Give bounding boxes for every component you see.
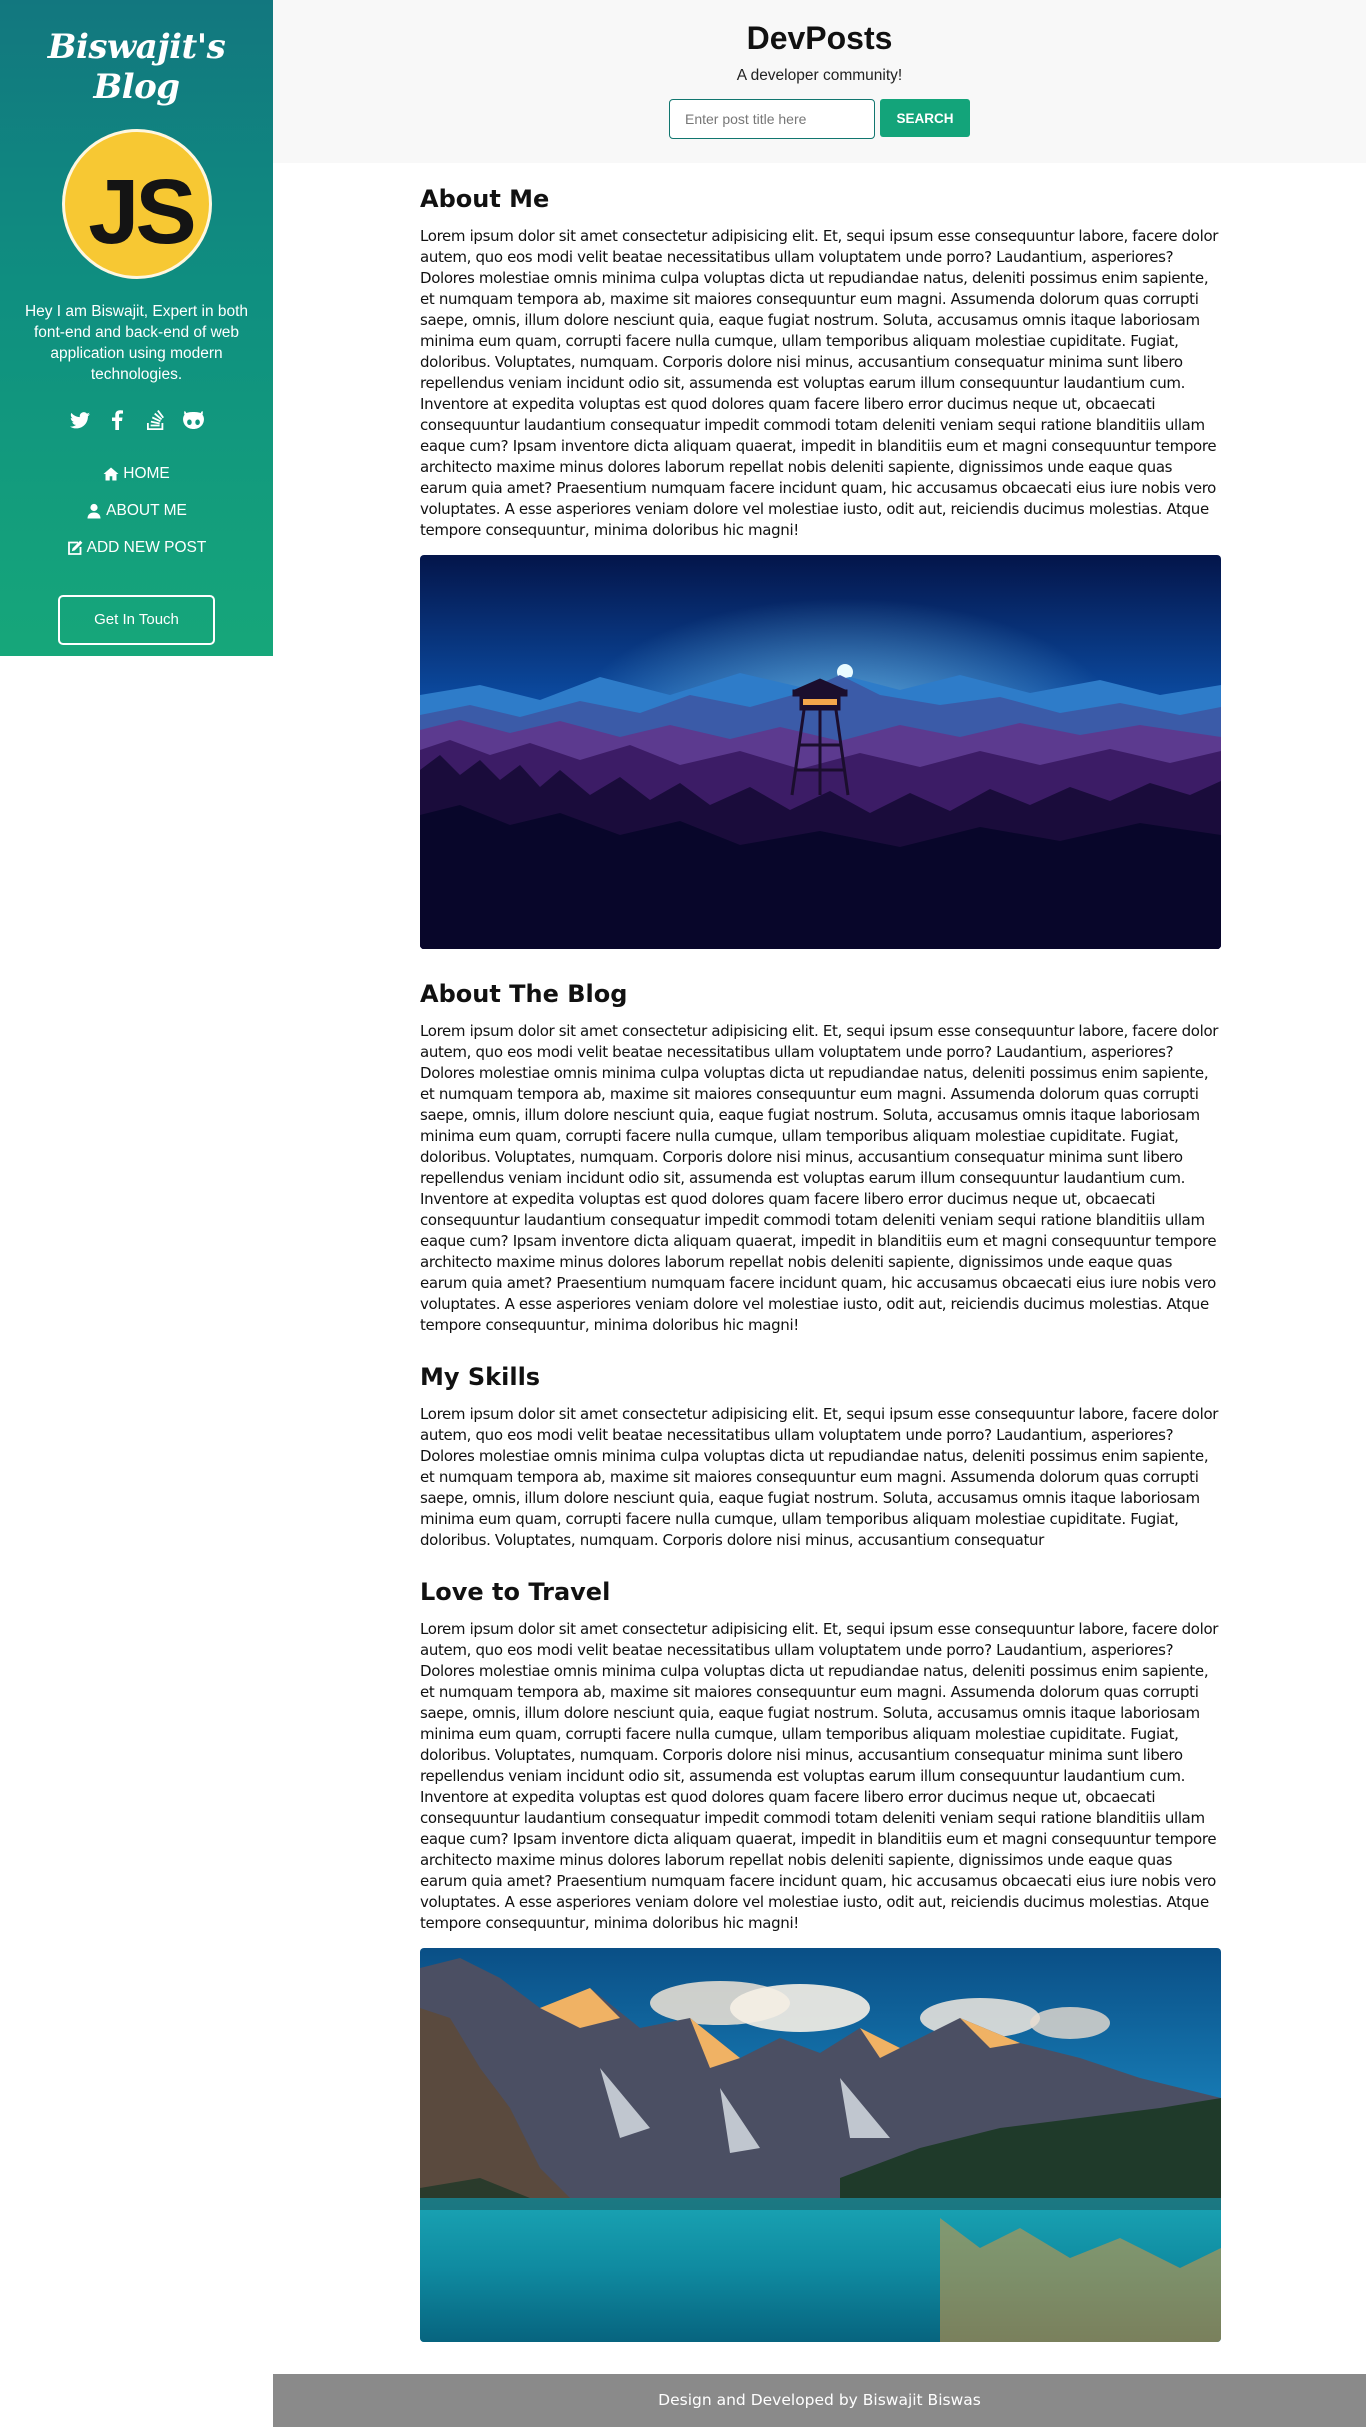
main-content: About Me Lorem ipsum dolor sit amet cons… bbox=[420, 180, 1221, 2342]
nav-about-me[interactable]: ABOUT ME bbox=[0, 492, 273, 529]
section-love-to-travel: Love to Travel Lorem ipsum dolor sit ame… bbox=[420, 1573, 1221, 1934]
section-heading: About Me bbox=[420, 185, 550, 213]
facebook-icon[interactable] bbox=[107, 409, 129, 431]
home-icon bbox=[103, 467, 119, 480]
social-links bbox=[0, 409, 273, 431]
nav-home-label: HOME bbox=[123, 464, 170, 482]
section-text: Lorem ipsum dolor sit amet consectetur a… bbox=[420, 1620, 1219, 1932]
section-heading: About The Blog bbox=[420, 980, 628, 1008]
search-bar: SEARCH bbox=[273, 99, 1366, 139]
nav-home[interactable]: HOME bbox=[0, 455, 273, 492]
section-about-me: About Me Lorem ipsum dolor sit amet cons… bbox=[420, 180, 1221, 541]
avatar: JS bbox=[61, 129, 212, 279]
header: DevPosts A developer community! SEARCH bbox=[273, 0, 1366, 163]
get-in-touch-button[interactable]: Get In Touch bbox=[58, 595, 215, 645]
search-input[interactable] bbox=[669, 99, 875, 139]
search-button[interactable]: SEARCH bbox=[880, 99, 970, 137]
stackoverflow-icon[interactable] bbox=[145, 409, 167, 431]
section-my-skills: My Skills Lorem ipsum dolor sit amet con… bbox=[420, 1358, 1221, 1551]
author-bio: Hey I am Biswajit, Expert in both font-e… bbox=[24, 303, 249, 383]
sidebar-nav: HOME ABOUT ME ADD NEW POST bbox=[0, 455, 273, 566]
site-tagline: A developer community! bbox=[736, 67, 903, 84]
section-heading: My Skills bbox=[420, 1363, 541, 1391]
brand-logo-text[interactable]: Biswajit's Blog bbox=[0, 27, 273, 107]
edit-icon bbox=[67, 540, 83, 555]
section-text: Lorem ipsum dolor sit amet consectetur a… bbox=[420, 1405, 1219, 1549]
nav-add-new-post-label: ADD NEW POST bbox=[86, 538, 207, 556]
github-icon[interactable] bbox=[183, 409, 205, 431]
night-landscape-image bbox=[420, 555, 1221, 949]
sidebar: Biswajit's Blog JS Hey I am Biswajit, Ex… bbox=[0, 0, 273, 656]
nav-add-new-post[interactable]: ADD NEW POST bbox=[0, 529, 273, 566]
footer-credit: Design and Developed by Biswajit Biswas bbox=[658, 2391, 981, 2409]
section-text: Lorem ipsum dolor sit amet consectetur a… bbox=[420, 1022, 1219, 1334]
avatar-text: JS bbox=[88, 161, 197, 263]
section-text: Lorem ipsum dolor sit amet consectetur a… bbox=[420, 227, 1219, 539]
nav-about-me-label: ABOUT ME bbox=[106, 501, 187, 519]
footer: Design and Developed by Biswajit Biswas bbox=[273, 2374, 1366, 2427]
section-about-the-blog: About The Blog Lorem ipsum dolor sit ame… bbox=[420, 975, 1221, 1336]
site-title: DevPosts bbox=[746, 20, 893, 56]
user-icon bbox=[87, 503, 101, 518]
twitter-icon[interactable] bbox=[69, 409, 91, 431]
mountain-lake-image bbox=[420, 1948, 1221, 2342]
section-heading: Love to Travel bbox=[420, 1578, 611, 1606]
